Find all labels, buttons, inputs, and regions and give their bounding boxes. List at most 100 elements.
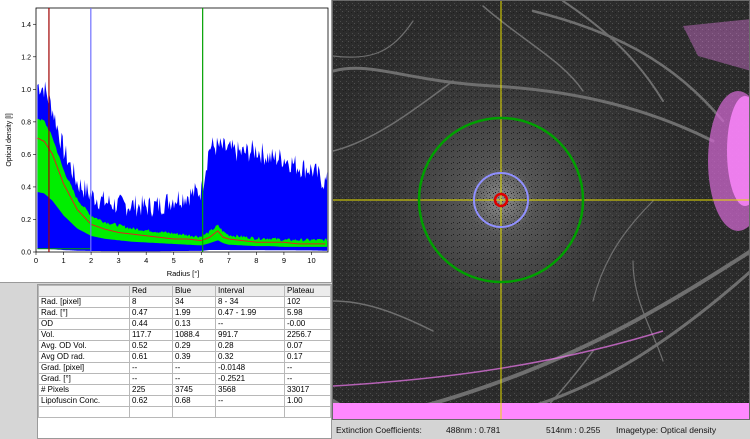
table-row[interactable]: Rad. [pixel] 8 34 8 - 34 102 bbox=[38, 296, 331, 308]
table-cell: 0.17 bbox=[284, 351, 331, 363]
column-header-interval: Interval bbox=[215, 285, 285, 297]
table-cell: 225 bbox=[129, 384, 173, 396]
table-row[interactable]: Lipofuscin Conc. 0.62 0.68 -- 1.00 bbox=[38, 395, 331, 407]
x-tick-label: 7 bbox=[227, 256, 231, 265]
od-profile-chart-svg: 0.0 0.2 0.4 0.6 0.8 1.0 1.2 1.4 0 1 2 3 4 5 6 7 8 9 10 Opt… bbox=[6, 7, 329, 278]
table-cell: 34 bbox=[172, 296, 216, 308]
y-tick-label: 0.4 bbox=[21, 184, 31, 191]
table-cell: -- bbox=[284, 373, 331, 385]
table-cell: 0.62 bbox=[129, 395, 173, 407]
y-tick-label: 0.0 bbox=[21, 250, 31, 257]
table-cell: 0.13 bbox=[172, 318, 216, 330]
table-cell: 0.61 bbox=[129, 351, 173, 363]
ec-488-value: 488nm : 0.781 bbox=[446, 425, 501, 435]
table-row[interactable]: # Pixels 225 3745 3568 33017 bbox=[38, 384, 331, 396]
column-header-plateau: Plateau bbox=[284, 285, 331, 297]
table-cell bbox=[172, 406, 216, 418]
y-tick-label: 1.2 bbox=[21, 54, 31, 61]
table-cell: 0.52 bbox=[129, 340, 173, 352]
table-cell: 5.98 bbox=[284, 307, 331, 319]
table-cell: 0.32 bbox=[215, 351, 285, 363]
x-tick-label: 6 bbox=[199, 256, 203, 265]
plot-area: 0.0 0.2 0.4 0.6 0.8 1.0 1.2 1.4 0 1 2 3 4 5 6 7 8 9 10 bbox=[21, 7, 329, 265]
table-cell: 0.28 bbox=[215, 340, 285, 352]
table-cell: 0.47 - 1.99 bbox=[215, 307, 285, 319]
table-cell: 0.44 bbox=[129, 318, 173, 330]
table-cell: -- bbox=[215, 395, 285, 407]
row-label: Rad. [pixel] bbox=[38, 296, 130, 308]
row-label: Lipofuscin Conc. bbox=[38, 395, 130, 407]
table-row[interactable]: Grad. [°] -- -- -0.2521 -- bbox=[38, 373, 331, 385]
table-header-row: Red Blue Interval Plateau bbox=[38, 285, 331, 297]
table-cell: -- bbox=[129, 362, 173, 374]
measurements-table: Red Blue Interval Plateau Rad. [pixel] 8 3… bbox=[38, 285, 331, 418]
table-cell: 0.29 bbox=[172, 340, 216, 352]
table-cell: -- bbox=[215, 318, 285, 330]
table-cell bbox=[284, 406, 331, 418]
row-label: Grad. [pixel] bbox=[38, 362, 130, 374]
x-tick-label: 1 bbox=[61, 256, 65, 265]
x-axis-label: Radius [°] bbox=[167, 269, 200, 278]
y-tick-label: 0.6 bbox=[21, 152, 31, 159]
measurements-table-panel: Red Blue Interval Plateau Rad. [pixel] 8 3… bbox=[37, 284, 332, 439]
od-profile-chart: 0.0 0.2 0.4 0.6 0.8 1.0 1.2 1.4 0 1 2 3 4 5 6 7 8 9 10 Opt… bbox=[0, 0, 332, 283]
x-tick-label: 2 bbox=[89, 256, 93, 265]
overlay-strip bbox=[333, 403, 749, 419]
row-label: # Pixels bbox=[38, 384, 130, 396]
table-cell: 117.7 bbox=[129, 329, 173, 341]
table-cell: 1.99 bbox=[172, 307, 216, 319]
x-tick-label: 9 bbox=[282, 256, 286, 265]
y-tick-label: 1.0 bbox=[21, 87, 31, 94]
table-row[interactable]: Grad. [pixel] -- -- -0.0148 -- bbox=[38, 362, 331, 374]
table-cell bbox=[215, 406, 285, 418]
table-cell: 2256.7 bbox=[284, 329, 331, 341]
column-header-blank bbox=[38, 285, 130, 297]
table-cell: 3745 bbox=[172, 384, 216, 396]
app-window: 0.0 0.2 0.4 0.6 0.8 1.0 1.2 1.4 0 1 2 3 4 5 6 7 8 9 10 Opt… bbox=[0, 0, 750, 439]
x-tick-label: 0 bbox=[34, 256, 38, 265]
column-header-blue: Blue bbox=[172, 285, 216, 297]
table-cell: -- bbox=[172, 362, 216, 374]
table-cell: -0.0148 bbox=[215, 362, 285, 374]
extinction-coefficients-label: Extinction Coefficients: bbox=[336, 425, 422, 435]
table-cell: -0.2521 bbox=[215, 373, 285, 385]
status-bar: Extinction Coefficients: 488nm : 0.781 5… bbox=[332, 421, 750, 439]
row-label: Avg OD rad. bbox=[38, 351, 130, 363]
table-row[interactable]: Rad. [°] 0.47 1.99 0.47 - 1.99 5.98 bbox=[38, 307, 331, 319]
table-cell: 0.07 bbox=[284, 340, 331, 352]
row-label: Avg. OD Vol. bbox=[38, 340, 130, 352]
table-cell: 8 bbox=[129, 296, 173, 308]
table-cell: 1.00 bbox=[284, 395, 331, 407]
x-tick-label: 10 bbox=[307, 256, 315, 265]
row-label: Rad. [°] bbox=[38, 307, 130, 319]
table-row[interactable]: Vol. 117.7 1088.4 991.7 2256.7 bbox=[38, 329, 331, 341]
column-header-red: Red bbox=[129, 285, 173, 297]
table-row[interactable]: Avg. OD Vol. 0.52 0.29 0.28 0.07 bbox=[38, 340, 331, 352]
table-row[interactable]: Avg OD rad. 0.61 0.39 0.32 0.17 bbox=[38, 351, 331, 363]
y-tick-label: 1.4 bbox=[21, 22, 31, 29]
row-label: Grad. [°] bbox=[38, 373, 130, 385]
table-cell bbox=[129, 406, 173, 418]
row-label: OD bbox=[38, 318, 130, 330]
y-axis-label: Optical density [l] bbox=[6, 113, 13, 166]
y-tick-label: 0.8 bbox=[21, 119, 31, 126]
fundus-image[interactable] bbox=[333, 1, 750, 420]
table-cell: 0.68 bbox=[172, 395, 216, 407]
fundus-image-panel[interactable] bbox=[332, 0, 750, 420]
table-cell: 991.7 bbox=[215, 329, 285, 341]
y-tick-label: 0.2 bbox=[21, 217, 31, 224]
table-cell: 0.47 bbox=[129, 307, 173, 319]
table-row[interactable] bbox=[38, 406, 331, 418]
x-tick-label: 3 bbox=[117, 256, 121, 265]
row-label bbox=[38, 406, 130, 418]
table-cell: -- bbox=[284, 362, 331, 374]
table-cell: 8 - 34 bbox=[215, 296, 285, 308]
table-row[interactable]: OD 0.44 0.13 -- -0.00 bbox=[38, 318, 331, 330]
imagetype-label: Imagetype: Optical density bbox=[616, 425, 717, 435]
table-cell: 0.39 bbox=[172, 351, 216, 363]
x-tick-label: 4 bbox=[144, 256, 148, 265]
x-tick-label: 5 bbox=[172, 256, 176, 265]
x-tick-label: 8 bbox=[254, 256, 258, 265]
row-label: Vol. bbox=[38, 329, 130, 341]
table-cell: 33017 bbox=[284, 384, 331, 396]
